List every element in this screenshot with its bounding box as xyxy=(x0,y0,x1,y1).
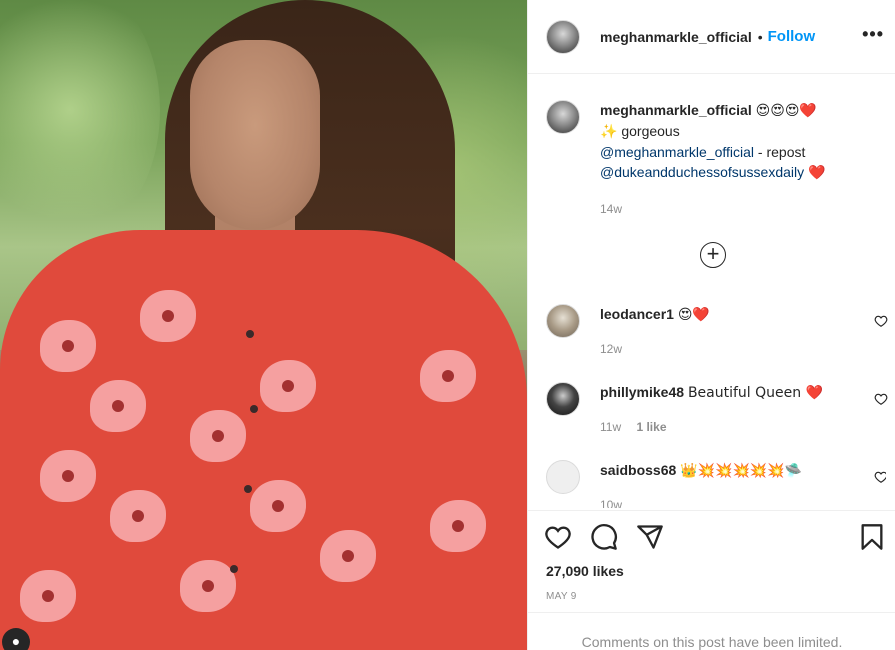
more-options-icon[interactable]: ••• xyxy=(862,24,884,45)
shirt-flower xyxy=(250,480,306,532)
comments-limited-notice: Comments on this post have been limited. xyxy=(528,612,895,650)
post-date[interactable]: MAY 9 xyxy=(546,591,577,602)
comment-time[interactable]: 10w xyxy=(600,498,622,508)
commenter-avatar[interactable] xyxy=(546,304,580,338)
comment-body: phillymike48 Beautiful Queen ❤️ 11w 1 li… xyxy=(600,382,886,437)
post-caption: meghanmarkle_official 😍😍😍❤️ ✨ gorgeous @… xyxy=(546,100,886,219)
comment-text: 😍❤️ xyxy=(677,307,710,323)
comment-bubble-icon[interactable] xyxy=(590,523,618,551)
comment-body: saidboss68 👑💥💥💥💥💥🛸 10w xyxy=(600,460,886,508)
author-username[interactable]: meghanmarkle_official xyxy=(600,29,752,45)
shirt-flower xyxy=(40,450,96,502)
post-sidebar: meghanmarkle_official • Follow ••• megha… xyxy=(527,0,895,650)
caption-emojis: 😍😍😍❤️ xyxy=(755,103,817,119)
shirt-button xyxy=(250,405,258,413)
shirt-flower xyxy=(40,320,96,372)
commenter-avatar[interactable] xyxy=(546,460,580,494)
share-paper-plane-icon[interactable] xyxy=(636,523,664,551)
comment-text: 👑💥💥💥💥💥🛸 xyxy=(680,463,803,479)
shirt-flower xyxy=(420,350,476,402)
heart-emoji: ❤️ xyxy=(808,165,826,181)
shirt-flower xyxy=(90,380,146,432)
caption-line-gorgeous: gorgeous xyxy=(621,123,680,139)
comment-username[interactable]: phillymike48 xyxy=(600,384,684,400)
shirt-flower xyxy=(190,410,246,462)
comment-username[interactable]: saidboss68 xyxy=(600,462,676,478)
comment-username[interactable]: leodancer1 xyxy=(600,306,674,322)
like-comment-heart-icon[interactable] xyxy=(874,392,888,406)
caption-username[interactable]: meghanmarkle_official xyxy=(600,102,752,118)
caption-time[interactable]: 14w xyxy=(600,199,825,219)
shirt-button xyxy=(246,330,254,338)
shirt-flower xyxy=(110,490,166,542)
comment-item: leodancer1 😍❤️ 12w xyxy=(546,304,888,359)
post-actions: 27,090 likes MAY 9 xyxy=(528,510,895,612)
comment-item: phillymike48 Beautiful Queen ❤️ 11w 1 li… xyxy=(546,382,888,437)
shirt-flower xyxy=(20,570,76,622)
author-avatar[interactable] xyxy=(546,19,580,54)
caption-text: meghanmarkle_official 😍😍😍❤️ ✨ gorgeous @… xyxy=(600,100,825,219)
like-comment-heart-icon[interactable] xyxy=(874,470,886,484)
mention-link[interactable]: @dukeandduchessofsussexdaily xyxy=(600,164,804,180)
like-heart-icon[interactable] xyxy=(544,523,572,551)
comment-item: saidboss68 👑💥💥💥💥💥🛸 10w xyxy=(546,460,886,508)
shirt-flower xyxy=(140,290,196,342)
comment-likes[interactable]: 1 like xyxy=(636,420,666,434)
save-bookmark-icon[interactable] xyxy=(858,523,886,551)
sparkle-emoji: ✨ xyxy=(600,124,618,140)
repost-text: - repost xyxy=(754,144,806,160)
comment-text: Beautiful Queen ❤️ xyxy=(687,385,824,401)
like-comment-heart-icon[interactable] xyxy=(874,314,888,328)
comment-meta: 12w xyxy=(600,339,886,359)
comment-meta: 10w xyxy=(600,495,886,508)
post-photo[interactable]: ● xyxy=(0,0,527,650)
likes-count[interactable]: 27,090 likes xyxy=(546,563,624,579)
comment-body: leodancer1 😍❤️ 12w xyxy=(600,304,886,359)
subject-face xyxy=(190,40,320,230)
shirt-flower xyxy=(430,500,486,552)
subject-shirt xyxy=(0,230,527,650)
post-header: meghanmarkle_official • Follow ••• xyxy=(528,0,895,74)
background-foliage xyxy=(0,0,160,240)
commenter-avatar[interactable] xyxy=(546,382,580,416)
comment-time[interactable]: 11w xyxy=(600,420,621,434)
shirt-button xyxy=(230,565,238,573)
shirt-button xyxy=(244,485,252,493)
shirt-flower xyxy=(260,360,316,412)
tagged-user-icon[interactable]: ● xyxy=(2,628,30,650)
load-more-comments-icon[interactable]: + xyxy=(700,242,726,268)
comment-time[interactable]: 12w xyxy=(600,342,622,356)
follow-button[interactable]: Follow xyxy=(768,28,816,45)
comment-meta: 11w 1 like xyxy=(600,417,886,437)
caption-author-avatar[interactable] xyxy=(546,100,580,134)
separator-dot: • xyxy=(757,28,763,45)
shirt-flower xyxy=(320,530,376,582)
mention-link[interactable]: @meghanmarkle_official xyxy=(600,144,754,160)
shirt-flower xyxy=(180,560,236,612)
